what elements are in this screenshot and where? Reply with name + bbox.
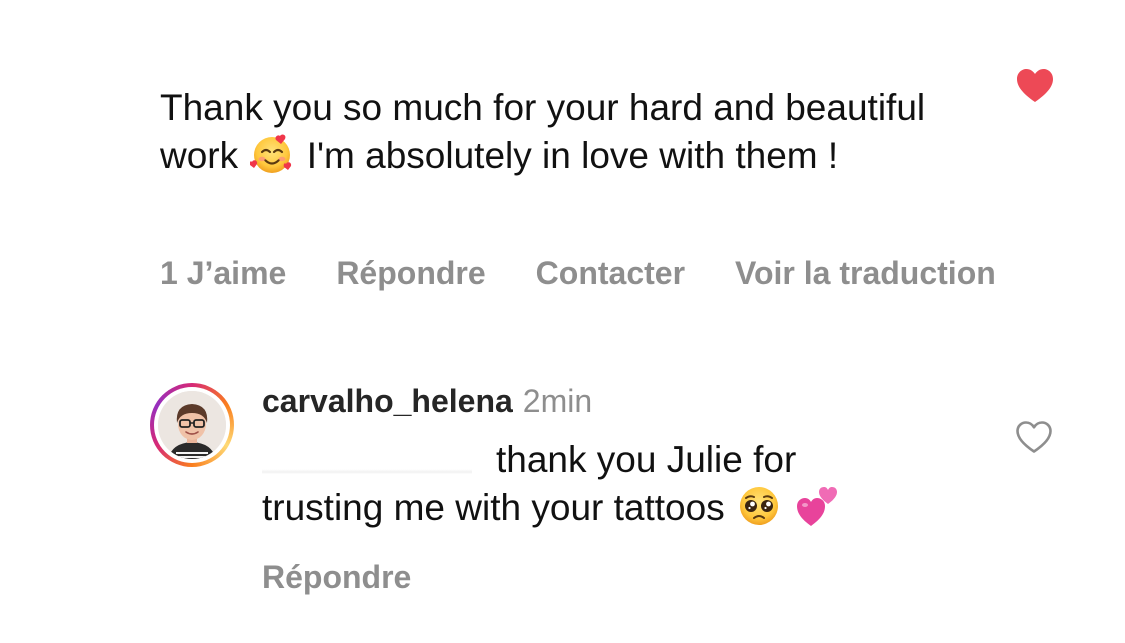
comment-actions: 1 J’aime Répondre Contacter Voir la trad… xyxy=(160,255,1046,291)
smiling-face-with-hearts-icon xyxy=(250,134,292,173)
redacted-mention xyxy=(262,450,472,475)
pleading-face-icon xyxy=(739,487,778,525)
comment-text: Thank you so much for your hard and beau… xyxy=(160,84,960,180)
reply-text: thank you Julie for trusting me with you… xyxy=(262,436,982,532)
comment-text-part2: I'm absolutely in love with them ! xyxy=(306,135,839,176)
liked-heart-icon[interactable] xyxy=(1016,68,1054,104)
contact-button[interactable]: Contacter xyxy=(536,255,685,291)
timestamp: 2min xyxy=(522,383,593,419)
comment: Thank you so much for your hard and beau… xyxy=(160,84,960,180)
username[interactable]: carvalho_helena xyxy=(262,383,513,419)
reply-button[interactable]: Répondre xyxy=(336,255,485,291)
reply-header: carvalho_helena 2min xyxy=(262,381,592,428)
reply-text-line2: trusting me with your tattoos xyxy=(262,487,725,528)
reply-actions: Répondre xyxy=(262,559,461,595)
reply-text-line1: thank you Julie for xyxy=(496,439,797,480)
see-translation-button[interactable]: Voir la traduction xyxy=(735,255,996,291)
avatar[interactable] xyxy=(150,383,234,467)
avatar-photo xyxy=(158,391,226,459)
reply-button[interactable]: Répondre xyxy=(262,559,411,595)
likes-count-button[interactable]: 1 J’aime xyxy=(160,255,286,291)
person-photo-icon xyxy=(158,391,226,459)
like-heart-icon[interactable] xyxy=(1015,420,1053,454)
two-hearts-icon xyxy=(797,487,838,526)
